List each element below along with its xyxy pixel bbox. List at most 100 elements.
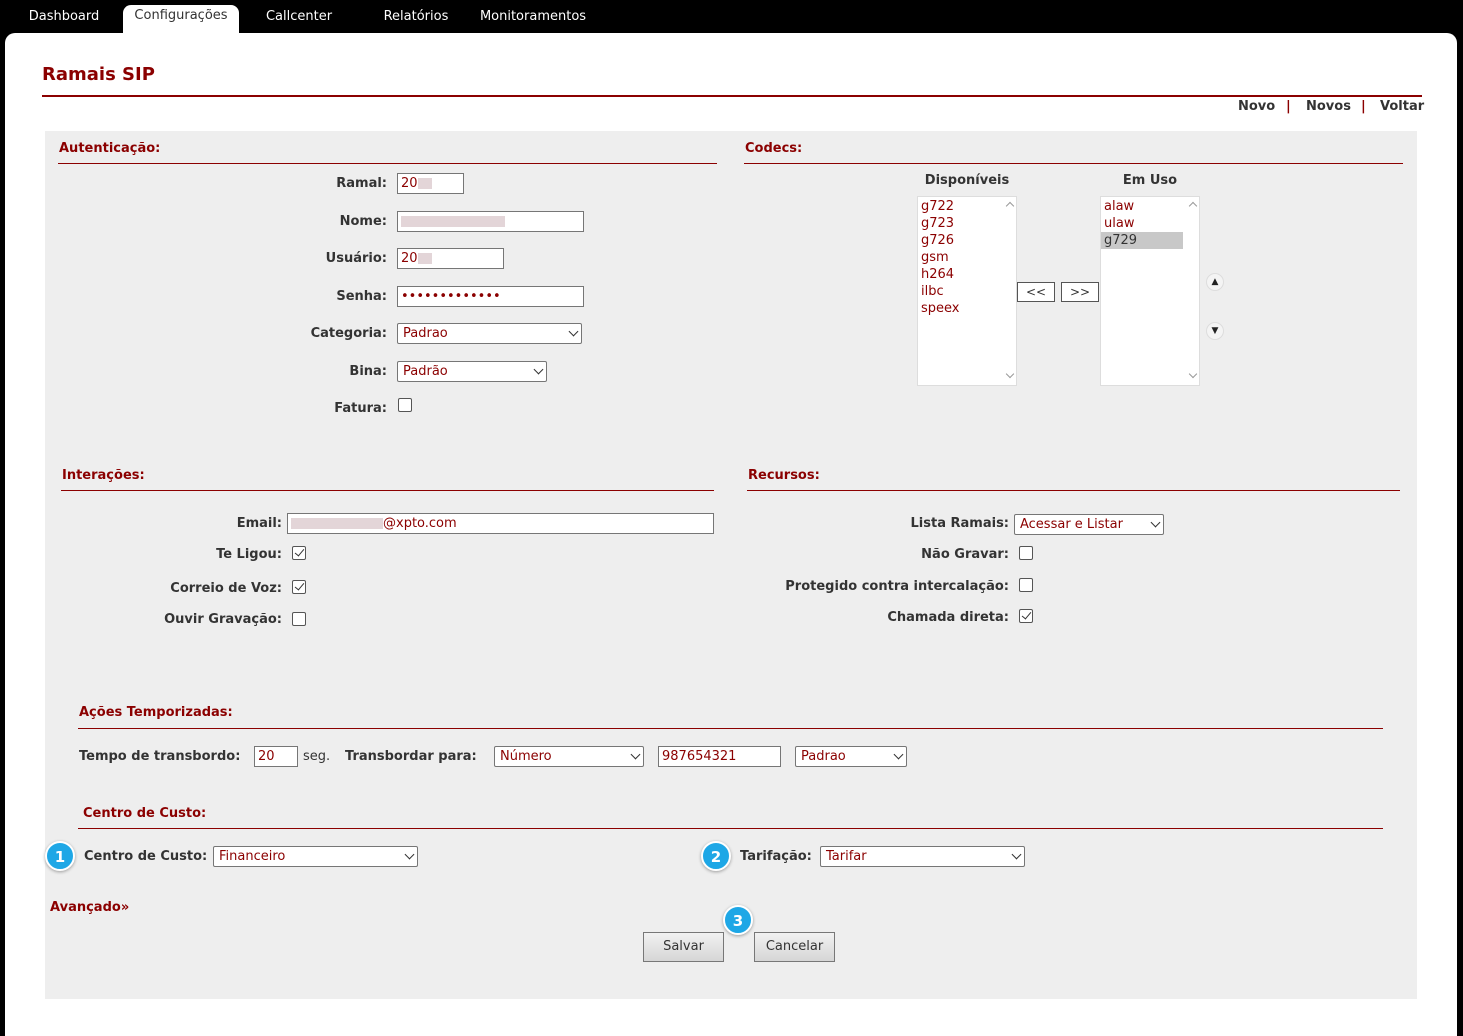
link-separator: |: [1361, 99, 1366, 114]
salvar-button[interactable]: Salvar: [643, 932, 724, 962]
list-item-selected[interactable]: g729: [1101, 232, 1183, 249]
te-ligou-label: Te Ligou:: [216, 547, 282, 562]
categoria-select[interactable]: Padrao: [397, 323, 582, 344]
list-item[interactable]: g723: [918, 215, 1016, 232]
list-item[interactable]: speex: [918, 300, 1016, 317]
form-panel: [45, 131, 1417, 999]
ouvir-gravacao-label: Ouvir Gravação:: [164, 612, 282, 627]
voltar-link[interactable]: Voltar: [1380, 99, 1424, 114]
categoria-label: Categoria:: [310, 326, 387, 341]
section-divider: [78, 828, 1383, 829]
chevron-down-icon: [404, 849, 415, 860]
move-up-icon[interactable]: ▲: [1206, 273, 1224, 291]
list-item[interactable]: alaw: [1101, 198, 1183, 215]
section-divider: [58, 163, 717, 164]
correio-voz-label: Correio de Voz:: [170, 581, 282, 596]
list-item[interactable]: ilbc: [918, 283, 1016, 300]
novo-link[interactable]: Novo: [1238, 99, 1275, 114]
list-item[interactable]: gsm: [918, 249, 1016, 266]
tempo-transbordo-label: Tempo de transbordo:: [79, 749, 241, 764]
chevron-down-icon: [893, 749, 904, 760]
usuario-input[interactable]: 20: [397, 248, 504, 269]
tab-relatorios[interactable]: Relatórios: [372, 6, 460, 34]
protegido-label: Protegido contra intercalação:: [785, 579, 1009, 594]
move-left-button[interactable]: <<: [1017, 282, 1055, 302]
nao-gravar-checkbox[interactable]: [1019, 546, 1033, 560]
page-title: Ramais SIP: [42, 64, 155, 85]
centro-custo-select[interactable]: Financeiro: [213, 846, 418, 867]
transbordar-categoria-select[interactable]: Padrao: [795, 746, 907, 767]
scroll-down-icon[interactable]: [1005, 369, 1015, 379]
chamada-direta-label: Chamada direta:: [887, 610, 1009, 625]
ouvir-gravacao-checkbox[interactable]: [292, 612, 306, 626]
ramal-input[interactable]: 20: [397, 173, 464, 194]
senha-label: Senha:: [336, 289, 387, 304]
link-separator: |: [1286, 99, 1291, 114]
chevron-down-icon: [568, 326, 579, 337]
tarifacao-label: Tarifação:: [740, 849, 812, 864]
tab-callcenter[interactable]: Callcenter: [255, 6, 343, 34]
section-title-acoes: Ações Temporizadas:: [79, 705, 233, 720]
nome-label: Nome:: [339, 214, 387, 229]
tempo-transbordo-input[interactable]: 20: [254, 746, 298, 767]
double-chevron-right-icon: »: [120, 900, 130, 915]
email-label: Email:: [236, 516, 282, 531]
te-ligou-checkbox[interactable]: [292, 546, 306, 560]
centro-custo-label: Centro de Custo:: [84, 849, 208, 864]
senha-input[interactable]: •••••••••••••: [397, 286, 584, 307]
callout-badge-1: 1: [45, 841, 75, 871]
section-title-codecs: Codecs:: [745, 141, 803, 156]
email-input[interactable]: @xpto.com: [287, 513, 714, 534]
correio-voz-checkbox[interactable]: [292, 580, 306, 594]
list-item[interactable]: g726: [918, 232, 1016, 249]
section-title-interacoes: Interações:: [62, 468, 145, 483]
tab-configuracoes[interactable]: Configurações: [123, 5, 239, 35]
section-divider: [61, 490, 714, 491]
list-item[interactable]: h264: [918, 266, 1016, 283]
lista-ramais-label: Lista Ramais:: [910, 516, 1009, 531]
usuario-label: Usuário:: [325, 251, 387, 266]
lista-ramais-select[interactable]: Acessar e Listar: [1014, 514, 1164, 535]
section-divider: [747, 490, 1400, 491]
move-down-icon[interactable]: ▼: [1206, 322, 1224, 340]
nome-input[interactable]: [397, 211, 584, 232]
protegido-checkbox[interactable]: [1019, 578, 1033, 592]
tarifacao-select[interactable]: Tarifar: [820, 846, 1025, 867]
avancado-link[interactable]: Avançado»: [50, 900, 129, 915]
section-title-centro-custo: Centro de Custo:: [83, 806, 207, 821]
list-item[interactable]: g722: [918, 198, 1016, 215]
bina-label: Bina:: [349, 364, 387, 379]
section-divider: [744, 163, 1403, 164]
title-divider: [42, 95, 1422, 97]
list-item[interactable]: ulaw: [1101, 215, 1183, 232]
fatura-label: Fatura:: [334, 401, 387, 416]
novos-link[interactable]: Novos: [1306, 99, 1351, 114]
callout-badge-2: 2: [701, 841, 731, 871]
chamada-direta-checkbox[interactable]: [1019, 609, 1033, 623]
callout-badge-3: 3: [723, 905, 753, 935]
em-uso-listbox[interactable]: alaw ulaw g729: [1100, 196, 1200, 386]
disponiveis-listbox[interactable]: g722 g723 g726 gsm h264 ilbc speex: [917, 196, 1017, 386]
tab-dashboard[interactable]: Dashboard: [20, 6, 108, 34]
scroll-down-icon[interactable]: [1188, 369, 1198, 379]
seg-unit: seg.: [303, 749, 331, 764]
transbordar-para-label: Transbordar para:: [345, 749, 477, 764]
fatura-checkbox[interactable]: [398, 398, 412, 412]
chevron-down-icon: [533, 364, 544, 375]
section-title-recursos: Recursos:: [748, 468, 820, 483]
transbordar-numero-input[interactable]: 987654321: [658, 746, 781, 767]
bina-select[interactable]: Padrão: [397, 361, 547, 382]
section-divider: [78, 728, 1383, 729]
cancelar-button[interactable]: Cancelar: [754, 932, 835, 962]
ramal-label: Ramal:: [336, 176, 387, 191]
tab-monitoramentos[interactable]: Monitoramentos: [475, 6, 591, 34]
disponiveis-label: Disponíveis: [924, 173, 1010, 188]
chevron-down-icon: [630, 749, 641, 760]
section-title-autenticacao: Autenticação:: [59, 141, 161, 156]
transbordar-tipo-select[interactable]: Número: [494, 746, 644, 767]
move-right-button[interactable]: >>: [1061, 282, 1099, 302]
scroll-up-icon[interactable]: [1188, 201, 1198, 211]
chevron-down-icon: [1150, 517, 1161, 528]
em-uso-label: Em Uso: [1122, 173, 1178, 188]
nao-gravar-label: Não Gravar:: [921, 547, 1009, 562]
